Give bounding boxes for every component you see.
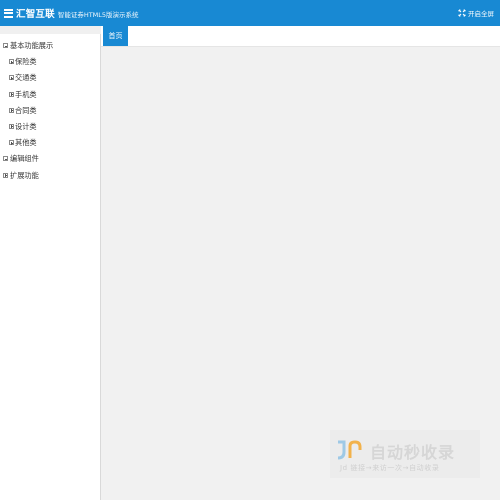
sidebar: 基本功能展示保险类交通类手机类合同类设计类其他类编辑组件扩展功能 xyxy=(0,26,101,500)
tree-group[interactable]: 编辑组件 xyxy=(0,151,101,167)
tree-item[interactable]: 保险类 xyxy=(0,54,101,70)
tree-node-label: 扩展功能 xyxy=(10,170,39,180)
tree-node-label: 设计类 xyxy=(15,121,37,131)
tree-node-label: 交通类 xyxy=(15,73,37,83)
tab-home[interactable]: 首页 xyxy=(103,26,128,46)
tree-node-label: 编辑组件 xyxy=(10,154,39,164)
brand: 汇智互联 智能证券HTML5版演示系统 xyxy=(4,7,139,20)
tree-node-label: 保险类 xyxy=(15,57,37,67)
tree-item[interactable]: 交通类 xyxy=(0,70,101,86)
expand-toggle-icon[interactable] xyxy=(9,123,14,129)
fullscreen-button[interactable]: 开启全屏 xyxy=(458,8,494,18)
brand-subtitle: 智能证券HTML5版演示系统 xyxy=(57,11,139,19)
tree-group[interactable]: 基本功能展示 xyxy=(0,38,101,54)
tree-item[interactable]: 合同类 xyxy=(0,103,101,119)
expand-toggle-icon[interactable] xyxy=(3,172,8,178)
tree-node-label: 手机类 xyxy=(15,89,37,99)
watermark: 自动秒收录 Jd 链接→来访一次→自动收录 xyxy=(330,430,480,478)
tree-item[interactable]: 手机类 xyxy=(0,87,101,103)
sidebar-header-strip xyxy=(0,26,101,34)
fullscreen-label: 开启全屏 xyxy=(468,10,494,18)
expand-toggle-icon[interactable] xyxy=(9,107,14,113)
expand-toggle-icon[interactable] xyxy=(9,91,14,97)
brand-name: 汇智互联 xyxy=(16,9,55,20)
tree-node-label: 合同类 xyxy=(15,105,37,115)
collapse-toggle-icon[interactable] xyxy=(3,156,8,162)
watermark-title: 自动秒收录 xyxy=(370,443,456,462)
tree-node-label: 基本功能展示 xyxy=(10,41,54,50)
collapse-toggle-icon[interactable] xyxy=(3,43,8,48)
watermark-subtitle: Jd 链接→来访一次→自动收录 xyxy=(340,464,440,472)
top-header: 汇智互联 智能证券HTML5版演示系统 开启全屏 xyxy=(0,0,500,26)
function-tree: 基本功能展示保险类交通类手机类合同类设计类其他类编辑组件扩展功能 xyxy=(0,38,101,184)
expand-toggle-icon[interactable] xyxy=(9,140,14,146)
tree-item[interactable]: 设计类 xyxy=(0,119,101,135)
watermark-logo xyxy=(337,440,362,460)
tree-group[interactable]: 扩展功能 xyxy=(0,168,101,184)
menu-icon[interactable] xyxy=(4,8,13,18)
tree-node-label: 其他类 xyxy=(15,138,37,148)
tab-bar: 首页 xyxy=(101,26,500,47)
expand-toggle-icon[interactable] xyxy=(9,75,14,81)
expand-arrows-icon xyxy=(458,9,466,17)
expand-toggle-icon[interactable] xyxy=(9,59,14,65)
tree-item[interactable]: 其他类 xyxy=(0,135,101,151)
